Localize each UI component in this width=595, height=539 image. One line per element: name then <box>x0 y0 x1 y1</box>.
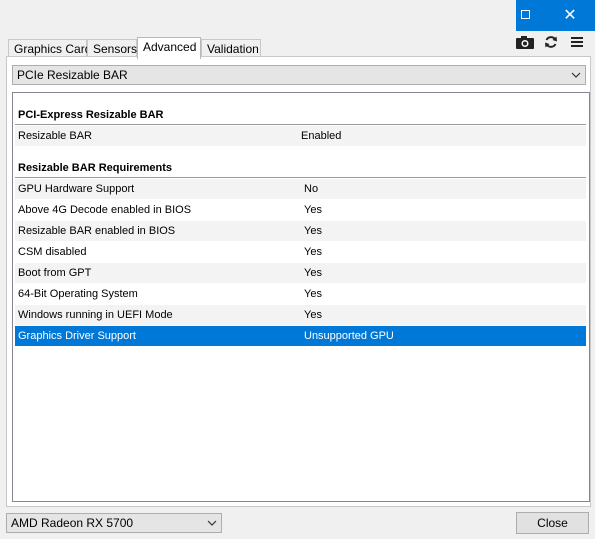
close-icon[interactable]: ✕ <box>559 5 581 25</box>
row-label: CSM disabled <box>18 246 87 258</box>
list-item[interactable]: GPU Hardware Support No <box>15 179 586 199</box>
row-value: Yes <box>304 225 322 237</box>
list-item[interactable]: Resizable BAR enabled in BIOS Yes <box>15 221 586 241</box>
row-label: Resizable BAR enabled in BIOS <box>18 225 176 237</box>
row-value: No <box>304 183 319 195</box>
category-select[interactable]: PCIe Resizable BAR <box>12 65 586 85</box>
row-value: Yes <box>304 204 322 216</box>
gpu-select-value: AMD Radeon RX 5700 <box>11 516 134 530</box>
tab-validation[interactable]: Validation <box>201 39 261 57</box>
row-label: Graphics Driver Support <box>18 330 136 342</box>
row-value: Yes <box>304 309 322 321</box>
close-button[interactable]: Close <box>516 512 589 534</box>
row-label: Above 4G Decode enabled in BIOS <box>18 204 192 216</box>
list-item[interactable]: Windows running in UEFI Mode Yes <box>15 305 586 325</box>
row-label: 64-Bit Operating System <box>18 288 138 300</box>
category-select-value: PCIe Resizable BAR <box>17 68 128 82</box>
row-value: Yes <box>304 288 322 300</box>
row-value: Yes <box>304 246 322 258</box>
chevron-down-icon <box>571 66 581 91</box>
list-item-selected[interactable]: Graphics Driver Support Unsupported GPU <box>15 326 586 346</box>
row-label: Windows running in UEFI Mode <box>18 309 173 321</box>
row-value: Yes <box>304 267 322 279</box>
section-requirements: Resizable BAR Requirements <box>15 158 586 178</box>
row-value: Enabled <box>301 130 342 142</box>
list-item[interactable]: Resizable BAR Enabled <box>15 126 586 146</box>
chevron-down-icon <box>207 514 217 539</box>
list-item[interactable]: 64-Bit Operating System Yes <box>15 284 586 304</box>
list-item[interactable]: CSM disabled Yes <box>15 242 586 262</box>
menu-icon[interactable] <box>570 34 584 50</box>
tab-graphics-card[interactable]: Graphics Card <box>8 39 91 57</box>
row-value: Unsupported GPU <box>304 330 394 342</box>
row-label: Boot from GPT <box>18 267 92 279</box>
row-label: Resizable BAR <box>18 130 92 142</box>
window-controls: ✕ <box>516 0 595 31</box>
list-item[interactable]: Boot from GPT Yes <box>15 263 586 283</box>
list-item[interactable]: Above 4G Decode enabled in BIOS Yes <box>15 200 586 220</box>
section-pcie-resizable-bar: PCI-Express Resizable BAR <box>15 105 586 125</box>
property-list[interactable]: PCI-Express Resizable BAR Resizable BAR … <box>12 92 590 502</box>
refresh-icon[interactable] <box>543 34 559 50</box>
gpu-select[interactable]: AMD Radeon RX 5700 <box>6 513 222 533</box>
tab-sensors[interactable]: Sensors <box>87 39 137 57</box>
row-label: GPU Hardware Support <box>18 183 135 195</box>
tab-advanced[interactable]: Advanced <box>137 37 201 59</box>
advanced-panel: PCIe Resizable BAR PCI-Express Resizable… <box>6 56 591 507</box>
maximize-icon[interactable] <box>521 10 530 19</box>
camera-icon[interactable] <box>515 34 535 50</box>
